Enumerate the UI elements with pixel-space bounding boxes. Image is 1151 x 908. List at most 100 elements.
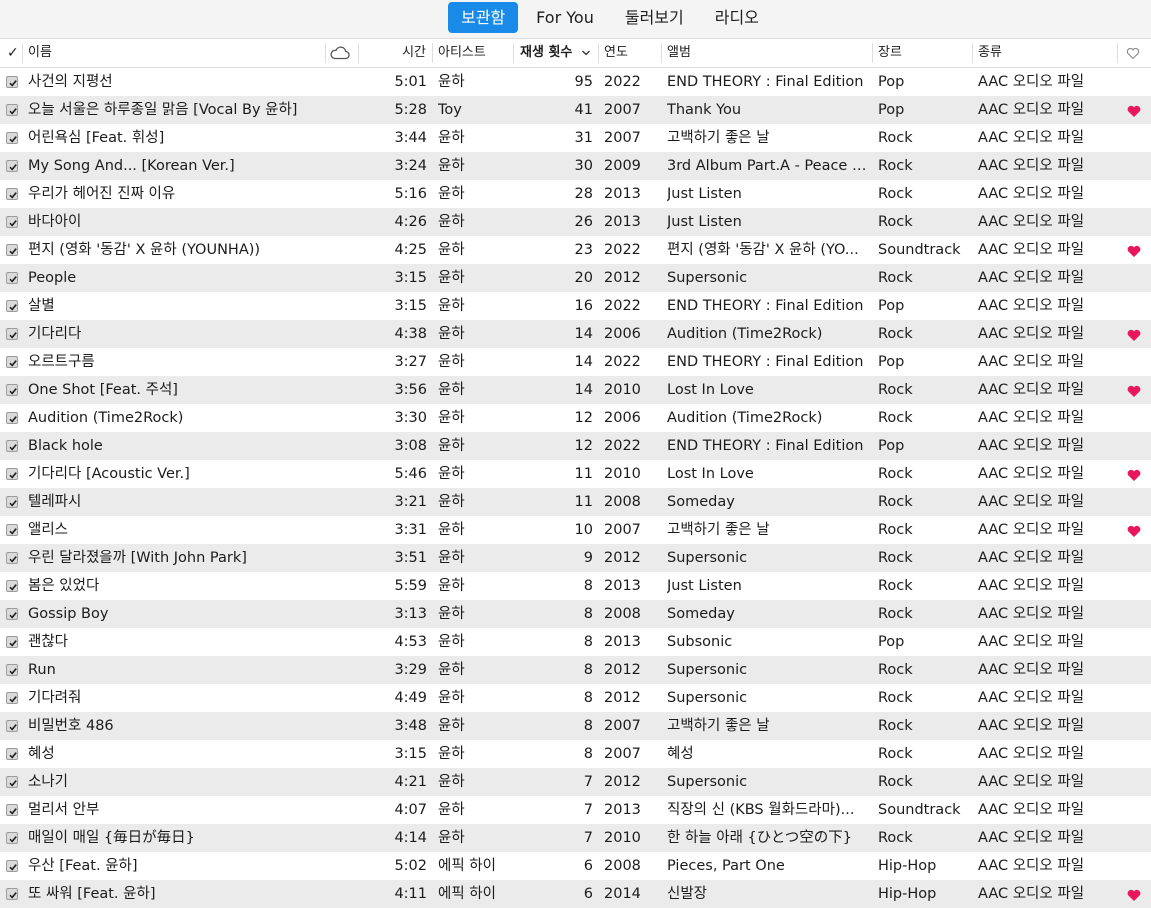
table-row[interactable]: 텔레파시 3:21 윤하 11 2008 Someday Rock AAC 오디오 파일 — [0, 488, 1151, 516]
table-row[interactable]: 기다리다 [Acoustic Ver.] 5:46 윤하 11 2010 Lost In … — [0, 460, 1151, 488]
table-row[interactable]: 살별 3:15 윤하 16 2022 END THEORY : Final Edition… — [0, 292, 1151, 320]
table-row[interactable]: 우산 [Feat. 윤하] 5:02 에픽 하이 6 2008 Pieces, Part … — [0, 852, 1151, 880]
song-artist: 윤하 — [438, 130, 465, 146]
table-row[interactable]: My Song And... [Korean Ver.] 3:24 윤하 30 2009… — [0, 152, 1151, 180]
loved-heart-icon[interactable] — [1127, 887, 1141, 901]
row-checkbox[interactable] — [6, 384, 18, 396]
song-year: 2008 — [604, 606, 641, 622]
row-checkbox[interactable] — [6, 608, 18, 620]
loved-heart-icon[interactable] — [1127, 243, 1141, 257]
table-row[interactable]: Black hole 3:08 윤하 12 2022 END THEORY : Final… — [0, 432, 1151, 460]
table-row[interactable]: 혜성 3:15 윤하 8 2007 혜성 Rock AAC 오디오 파일 — [0, 740, 1151, 768]
tab-1[interactable]: For You — [523, 2, 607, 33]
column-header-year[interactable]: 연도 — [604, 39, 654, 67]
song-kind: AAC 오디오 파일 — [978, 326, 1085, 342]
loved-heart-icon[interactable] — [1127, 327, 1141, 341]
column-header-genre[interactable]: 장르 — [878, 39, 968, 67]
tab-2[interactable]: 둘러보기 — [612, 2, 697, 33]
table-row[interactable]: 바다아이 4:26 윤하 26 2013 Just Listen Rock AAC 오디오 파… — [0, 208, 1151, 236]
column-header-plays[interactable]: 재생 횟수 — [520, 39, 580, 67]
song-kind: AAC 오디오 파일 — [978, 214, 1085, 230]
song-plays: 8 — [583, 662, 593, 678]
loved-heart-icon[interactable] — [1127, 103, 1141, 117]
tab-0[interactable]: 보관함 — [448, 2, 519, 33]
table-row[interactable]: Run 3:29 윤하 8 2012 Supersonic Rock AAC 오디오 파일 — [0, 656, 1151, 684]
table-row[interactable]: 봄은 있었다 5:59 윤하 8 2013 Just Listen Rock AAC 오디오 … — [0, 572, 1151, 600]
column-header-kind[interactable]: 종류 — [978, 39, 1108, 67]
table-row[interactable]: 소나기 4:21 윤하 7 2012 Supersonic Rock AAC 오디오 파일 — [0, 768, 1151, 796]
row-checkbox[interactable] — [6, 720, 18, 732]
row-checkbox[interactable] — [6, 328, 18, 340]
row-checkbox[interactable] — [6, 664, 18, 676]
table-row[interactable]: 비밀번호 486 3:48 윤하 8 2007 고백하기 좋은 날 Rock AAC 오디오 … — [0, 712, 1151, 740]
song-list: 사건의 지평선 5:01 윤하 95 2022 END THEORY : Final Ed… — [0, 68, 1151, 908]
row-checkbox[interactable] — [6, 692, 18, 704]
row-checkbox[interactable] — [6, 356, 18, 368]
table-row[interactable]: One Shot [Feat. 주석] 3:56 윤하 14 2010 Lost In L… — [0, 376, 1151, 404]
song-plays: 7 — [583, 830, 593, 846]
row-checkbox[interactable] — [6, 216, 18, 228]
row-checkbox[interactable] — [6, 860, 18, 872]
song-album: END THEORY : Final Edition — [667, 298, 864, 314]
table-row[interactable]: 어린욕심 [Feat. 휘성] 3:44 윤하 31 2007 고백하기 좋은 날 Rock… — [0, 124, 1151, 152]
heart-outline-icon[interactable] — [1126, 39, 1142, 67]
row-checkbox[interactable] — [6, 748, 18, 760]
table-row[interactable]: 앨리스 3:31 윤하 10 2007 고백하기 좋은 날 Rock AAC 오디오 파일 — [0, 516, 1151, 544]
row-checkbox[interactable] — [6, 300, 18, 312]
row-checkbox[interactable] — [6, 888, 18, 900]
row-checkbox[interactable] — [6, 832, 18, 844]
table-row[interactable]: 멀리서 안부 4:07 윤하 7 2013 직장의 신 (KBS 월화드라마)... Sou… — [0, 796, 1151, 824]
sort-descending-chevron-icon[interactable] — [581, 39, 593, 67]
table-row[interactable]: People 3:15 윤하 20 2012 Supersonic Rock AAC 오디오 … — [0, 264, 1151, 292]
loved-heart-icon[interactable] — [1127, 383, 1141, 397]
row-checkbox[interactable] — [6, 636, 18, 648]
table-row[interactable]: 사건의 지평선 5:01 윤하 95 2022 END THEORY : Final Ed… — [0, 68, 1151, 96]
row-checkbox[interactable] — [6, 468, 18, 480]
table-row[interactable]: 기다려줘 4:49 윤하 8 2012 Supersonic Rock AAC 오디오 파일 — [0, 684, 1151, 712]
song-genre: Rock — [878, 130, 913, 146]
table-row[interactable]: 오르트구름 3:27 윤하 14 2022 END THEORY : Final Edit… — [0, 348, 1151, 376]
song-year: 2009 — [604, 158, 641, 174]
row-checkbox[interactable] — [6, 160, 18, 172]
table-row[interactable]: 또 싸워 [Feat. 윤하] 4:11 에픽 하이 6 2014 신발장 Hip-Hop A… — [0, 880, 1151, 908]
column-header-artist[interactable]: 아티스트 — [438, 39, 508, 67]
column-header-album[interactable]: 앨범 — [667, 39, 867, 67]
row-checkbox[interactable] — [6, 776, 18, 788]
row-checkbox[interactable] — [6, 76, 18, 88]
table-row[interactable]: Audition (Time2Rock) 3:30 윤하 12 2006 Audition… — [0, 404, 1151, 432]
check-all-column-header[interactable]: ✓ — [7, 39, 21, 67]
row-checkbox[interactable] — [6, 440, 18, 452]
table-row[interactable]: 오늘 서울은 하루종일 맑음 [Vocal By 윤하] 5:28 Toy 41 200… — [0, 96, 1151, 124]
song-kind: AAC 오디오 파일 — [978, 774, 1085, 790]
table-row[interactable]: 편지 (영화 '동감' X 윤하 (YOUNHA)) 4:25 윤하 23 2022 편지… — [0, 236, 1151, 264]
cloud-icon[interactable] — [329, 39, 353, 67]
song-kind: AAC 오디오 파일 — [978, 74, 1085, 90]
song-album: 고백하기 좋은 날 — [667, 718, 770, 734]
row-checkbox[interactable] — [6, 580, 18, 592]
column-header-time[interactable]: 시간 — [362, 39, 426, 67]
tab-3[interactable]: 라디오 — [702, 2, 772, 33]
row-checkbox[interactable] — [6, 552, 18, 564]
table-row[interactable]: 기다리다 4:38 윤하 14 2006 Audition (Time2Rock) Rock… — [0, 320, 1151, 348]
song-name: Run — [28, 662, 56, 678]
row-checkbox[interactable] — [6, 188, 18, 200]
row-checkbox[interactable] — [6, 496, 18, 508]
song-name: Audition (Time2Rock) — [28, 410, 184, 426]
row-checkbox[interactable] — [6, 804, 18, 816]
row-checkbox[interactable] — [6, 104, 18, 116]
song-artist: 윤하 — [438, 410, 465, 426]
table-row[interactable]: Gossip Boy 3:13 윤하 8 2008 Someday Rock AAC 오디오 … — [0, 600, 1151, 628]
song-album: END THEORY : Final Edition — [667, 354, 864, 370]
table-row[interactable]: 매일이 매일 {毎日が毎日} 4:14 윤하 7 2010 한 하늘 아래 {ひとつ空の下… — [0, 824, 1151, 852]
loved-heart-icon[interactable] — [1127, 523, 1141, 537]
row-checkbox[interactable] — [6, 412, 18, 424]
table-row[interactable]: 괜찮다 4:53 윤하 8 2013 Subsonic Pop AAC 오디오 파일 — [0, 628, 1151, 656]
row-checkbox[interactable] — [6, 132, 18, 144]
column-header-name[interactable]: 이름 — [28, 39, 308, 67]
row-checkbox[interactable] — [6, 272, 18, 284]
table-row[interactable]: 우리가 헤어진 진짜 이유 5:16 윤하 28 2013 Just Listen Rock… — [0, 180, 1151, 208]
row-checkbox[interactable] — [6, 524, 18, 536]
loved-heart-icon[interactable] — [1127, 467, 1141, 481]
table-row[interactable]: 우린 달라졌을까 [With John Park] 3:51 윤하 9 2012 Supe… — [0, 544, 1151, 572]
row-checkbox[interactable] — [6, 244, 18, 256]
